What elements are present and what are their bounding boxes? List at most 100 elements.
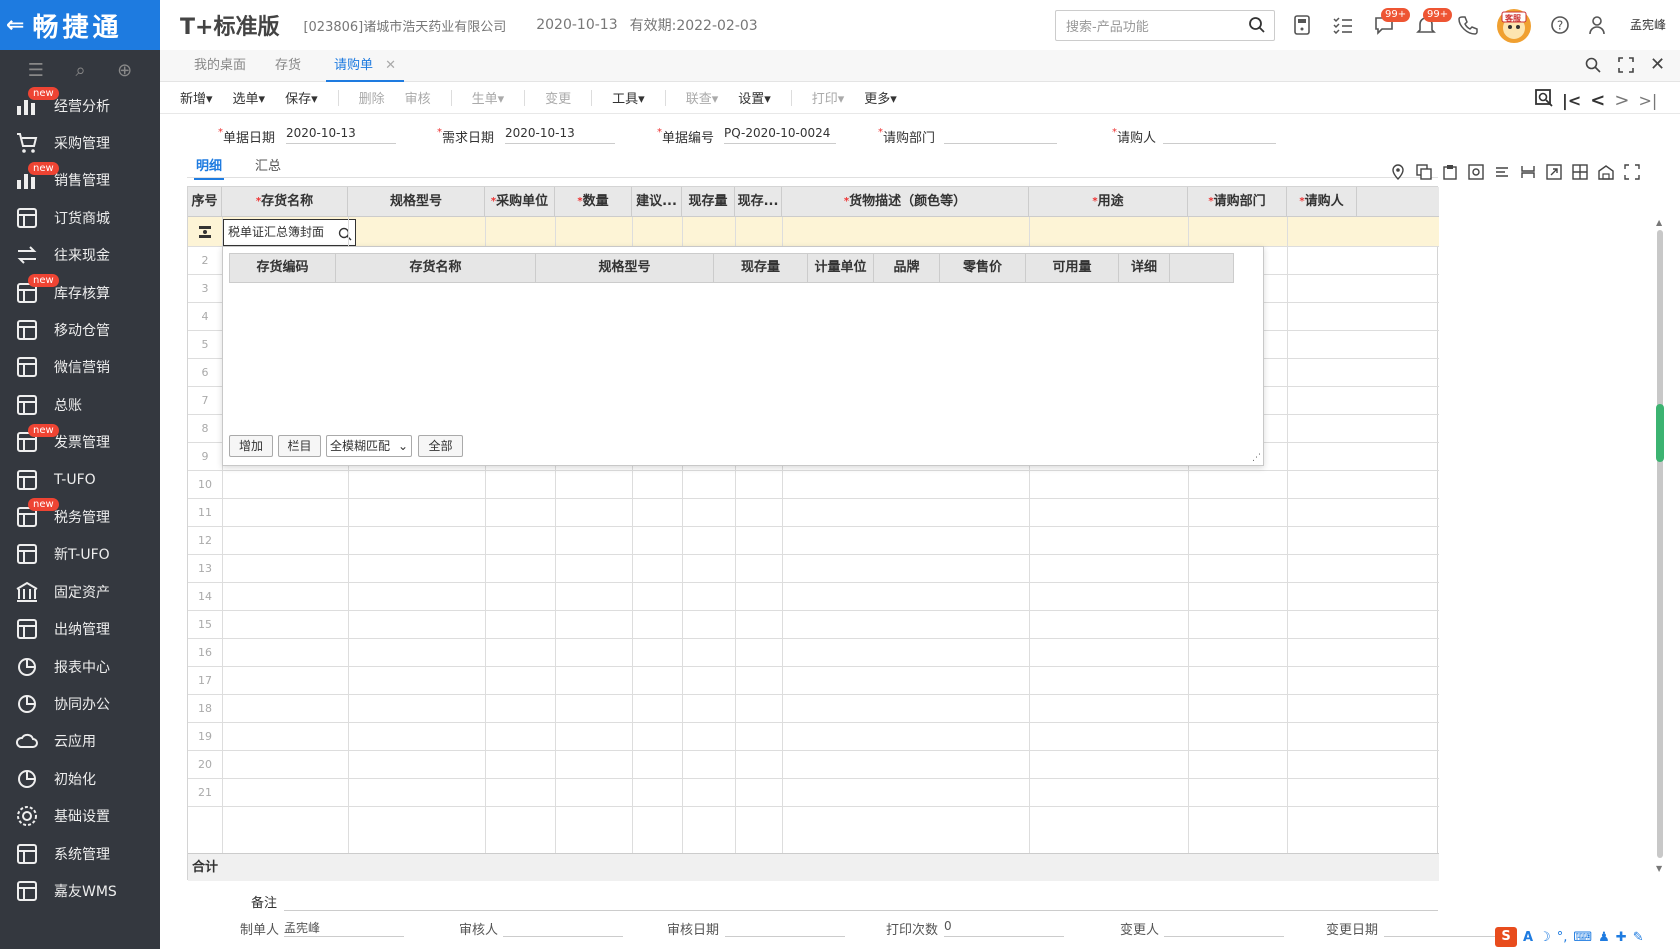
toolbar-button-6[interactable]: 生单▾ (472, 88, 505, 107)
column-header-2[interactable]: *存货名称 (222, 187, 348, 217)
requester-field[interactable] (1163, 124, 1276, 144)
last-record-icon[interactable]: >| (1638, 91, 1657, 110)
column-header-1[interactable]: 序号 (188, 187, 222, 217)
export-icon[interactable] (1546, 164, 1562, 184)
toolbar-button-9[interactable]: 联查▾ (686, 88, 719, 107)
sidebar-item-7[interactable]: 移动仓管 (0, 311, 160, 348)
all-button[interactable]: 全部 (418, 435, 463, 457)
popup-column-1[interactable]: 存货编码 (230, 254, 336, 282)
sidebar-item-14[interactable]: 固定资产 (0, 573, 160, 610)
ime-user-icon[interactable]: ♟ (1598, 930, 1610, 945)
columns-button[interactable]: 栏目 (278, 435, 321, 457)
table-row[interactable]: 14 (188, 583, 1439, 611)
toolbar-button-2[interactable]: 选单▾ (233, 88, 266, 107)
doc-date-field[interactable]: 2020-10-13 (286, 124, 396, 144)
resize-handle-icon[interactable]: ⋰ (1252, 453, 1261, 463)
ime-punct-icon[interactable]: °, (1557, 930, 1568, 945)
ime-lang-icon[interactable]: A (1523, 930, 1533, 945)
scroll-down-icon[interactable]: ▼ (1656, 864, 1662, 873)
close-all-icon[interactable]: ✕ (1650, 54, 1665, 75)
tab-purchase-request[interactable]: 请购单 ✕ (326, 50, 405, 82)
column-header-8[interactable]: 现存... (735, 187, 782, 217)
sidebar-item-1[interactable]: 经营分析 new (0, 87, 160, 124)
column-header-7[interactable]: 现存量 (682, 187, 735, 217)
table-row[interactable]: 20 (188, 751, 1439, 779)
prev-record-icon[interactable]: < (1590, 90, 1605, 111)
sidebar-item-6[interactable]: 库存核算 new (0, 273, 160, 311)
table-row[interactable]: 16 (188, 639, 1439, 667)
brand-logo[interactable]: ⇐ 畅捷通 (0, 0, 160, 50)
lookup-icon[interactable] (338, 225, 352, 245)
table-row[interactable]: 18 (188, 695, 1439, 723)
ime-moon-icon[interactable]: ☽ (1539, 930, 1551, 945)
remark-field[interactable] (284, 910, 1438, 911)
help-icon[interactable]: ? (1549, 14, 1571, 36)
inventory-name-input[interactable]: 税单证汇总簿封面 (223, 219, 356, 246)
request-dept-field[interactable] (944, 124, 1057, 144)
user-name[interactable]: 孟宪峰 (1630, 16, 1666, 33)
menu-icon[interactable]: ☰ (28, 60, 44, 81)
add-icon[interactable]: ⊕ (117, 60, 132, 81)
checklist-icon[interactable] (1332, 14, 1354, 36)
phone-icon[interactable] (1457, 14, 1479, 36)
sidebar-item-4[interactable]: 订货商城 (0, 199, 160, 236)
popup-column-6[interactable]: 品牌 (874, 254, 940, 282)
sidebar-item-3[interactable]: 销售管理 new (0, 161, 160, 199)
search-icon[interactable]: ⌕ (75, 60, 85, 81)
sidebar-item-17[interactable]: 协同办公 (0, 685, 160, 722)
bell-icon[interactable]: 99+ (1415, 8, 1453, 36)
batch-icon[interactable] (1468, 164, 1484, 184)
toolbar-button-3[interactable]: 保存▾ (285, 88, 318, 107)
insert-row-icon[interactable] (1572, 164, 1588, 184)
toolbar-button-11[interactable]: 打印▾ (812, 88, 845, 107)
popup-column-4[interactable]: 现存量 (714, 254, 808, 282)
locate-icon[interactable] (1535, 89, 1553, 111)
copy-row-icon[interactable] (1416, 164, 1432, 184)
table-row[interactable]: 17 (188, 667, 1439, 695)
sidebar-item-13[interactable]: 新T-UFO (0, 536, 160, 573)
customer-service-icon[interactable]: 客服 (1492, 6, 1536, 46)
paste-row-icon[interactable] (1442, 164, 1458, 184)
scroll-track[interactable] (1657, 230, 1663, 858)
search-input[interactable]: 搜索-产品功能 (1055, 10, 1275, 41)
toolbar-button-7[interactable]: 变更 (545, 88, 571, 107)
ime-shirt-icon[interactable]: ✚ (1616, 930, 1627, 945)
sidebar-item-21[interactable]: 系统管理 (0, 835, 160, 872)
split-icon[interactable] (1520, 164, 1536, 184)
table-row[interactable]: 10 (188, 471, 1439, 499)
column-header-3[interactable]: 规格型号 (348, 187, 485, 217)
vertical-scrollbar[interactable]: ▲ ▼ (1654, 218, 1666, 878)
tab-inventory[interactable]: 存货 (275, 50, 301, 82)
next-record-icon[interactable]: > (1614, 90, 1629, 111)
need-date-field[interactable]: 2020-10-13 (505, 124, 615, 144)
calculator-icon[interactable] (1291, 14, 1313, 36)
popup-column-7[interactable]: 零售价 (940, 254, 1026, 282)
sidebar-item-16[interactable]: 报表中心 (0, 648, 160, 685)
toolbar-button-5[interactable]: 审核 (405, 88, 431, 107)
table-row[interactable]: 13 (188, 555, 1439, 583)
fullscreen-icon[interactable] (1618, 57, 1634, 77)
sidebar-item-9[interactable]: 总账 (0, 386, 160, 423)
column-header-5[interactable]: *数量 (555, 187, 632, 217)
search-icon[interactable] (1248, 16, 1266, 38)
sidebar-item-20[interactable]: 基础设置 (0, 797, 160, 834)
toolbar-button-1[interactable]: 新增▾ (180, 88, 213, 107)
column-header-9[interactable]: *货物描述（颜色等） (782, 187, 1029, 217)
warehouse-icon[interactable] (1598, 164, 1614, 184)
sidebar-item-5[interactable]: 往来现金 (0, 237, 160, 274)
location-icon[interactable] (1390, 164, 1406, 184)
toolbar-button-12[interactable]: 更多▾ (864, 88, 897, 107)
back-arrow-icon[interactable]: ⇐ (6, 13, 24, 38)
sidebar-item-2[interactable]: 采购管理 (0, 124, 160, 161)
user-icon[interactable] (1586, 14, 1608, 36)
scroll-up-icon[interactable]: ▲ (1656, 218, 1662, 227)
first-record-icon[interactable]: |< (1562, 91, 1581, 110)
column-header-4[interactable]: *采购单位 (485, 187, 555, 217)
table-row[interactable]: 税单证汇总簿封面 (188, 217, 1439, 247)
sidebar-item-19[interactable]: 初始化 (0, 760, 160, 797)
column-header-6[interactable]: 建议... (632, 187, 682, 217)
ime-wrench-icon[interactable]: ✎ (1633, 930, 1644, 945)
scroll-thumb[interactable] (1656, 404, 1664, 462)
table-row[interactable]: 21 (188, 779, 1439, 807)
row-handle-icon[interactable] (188, 217, 222, 247)
